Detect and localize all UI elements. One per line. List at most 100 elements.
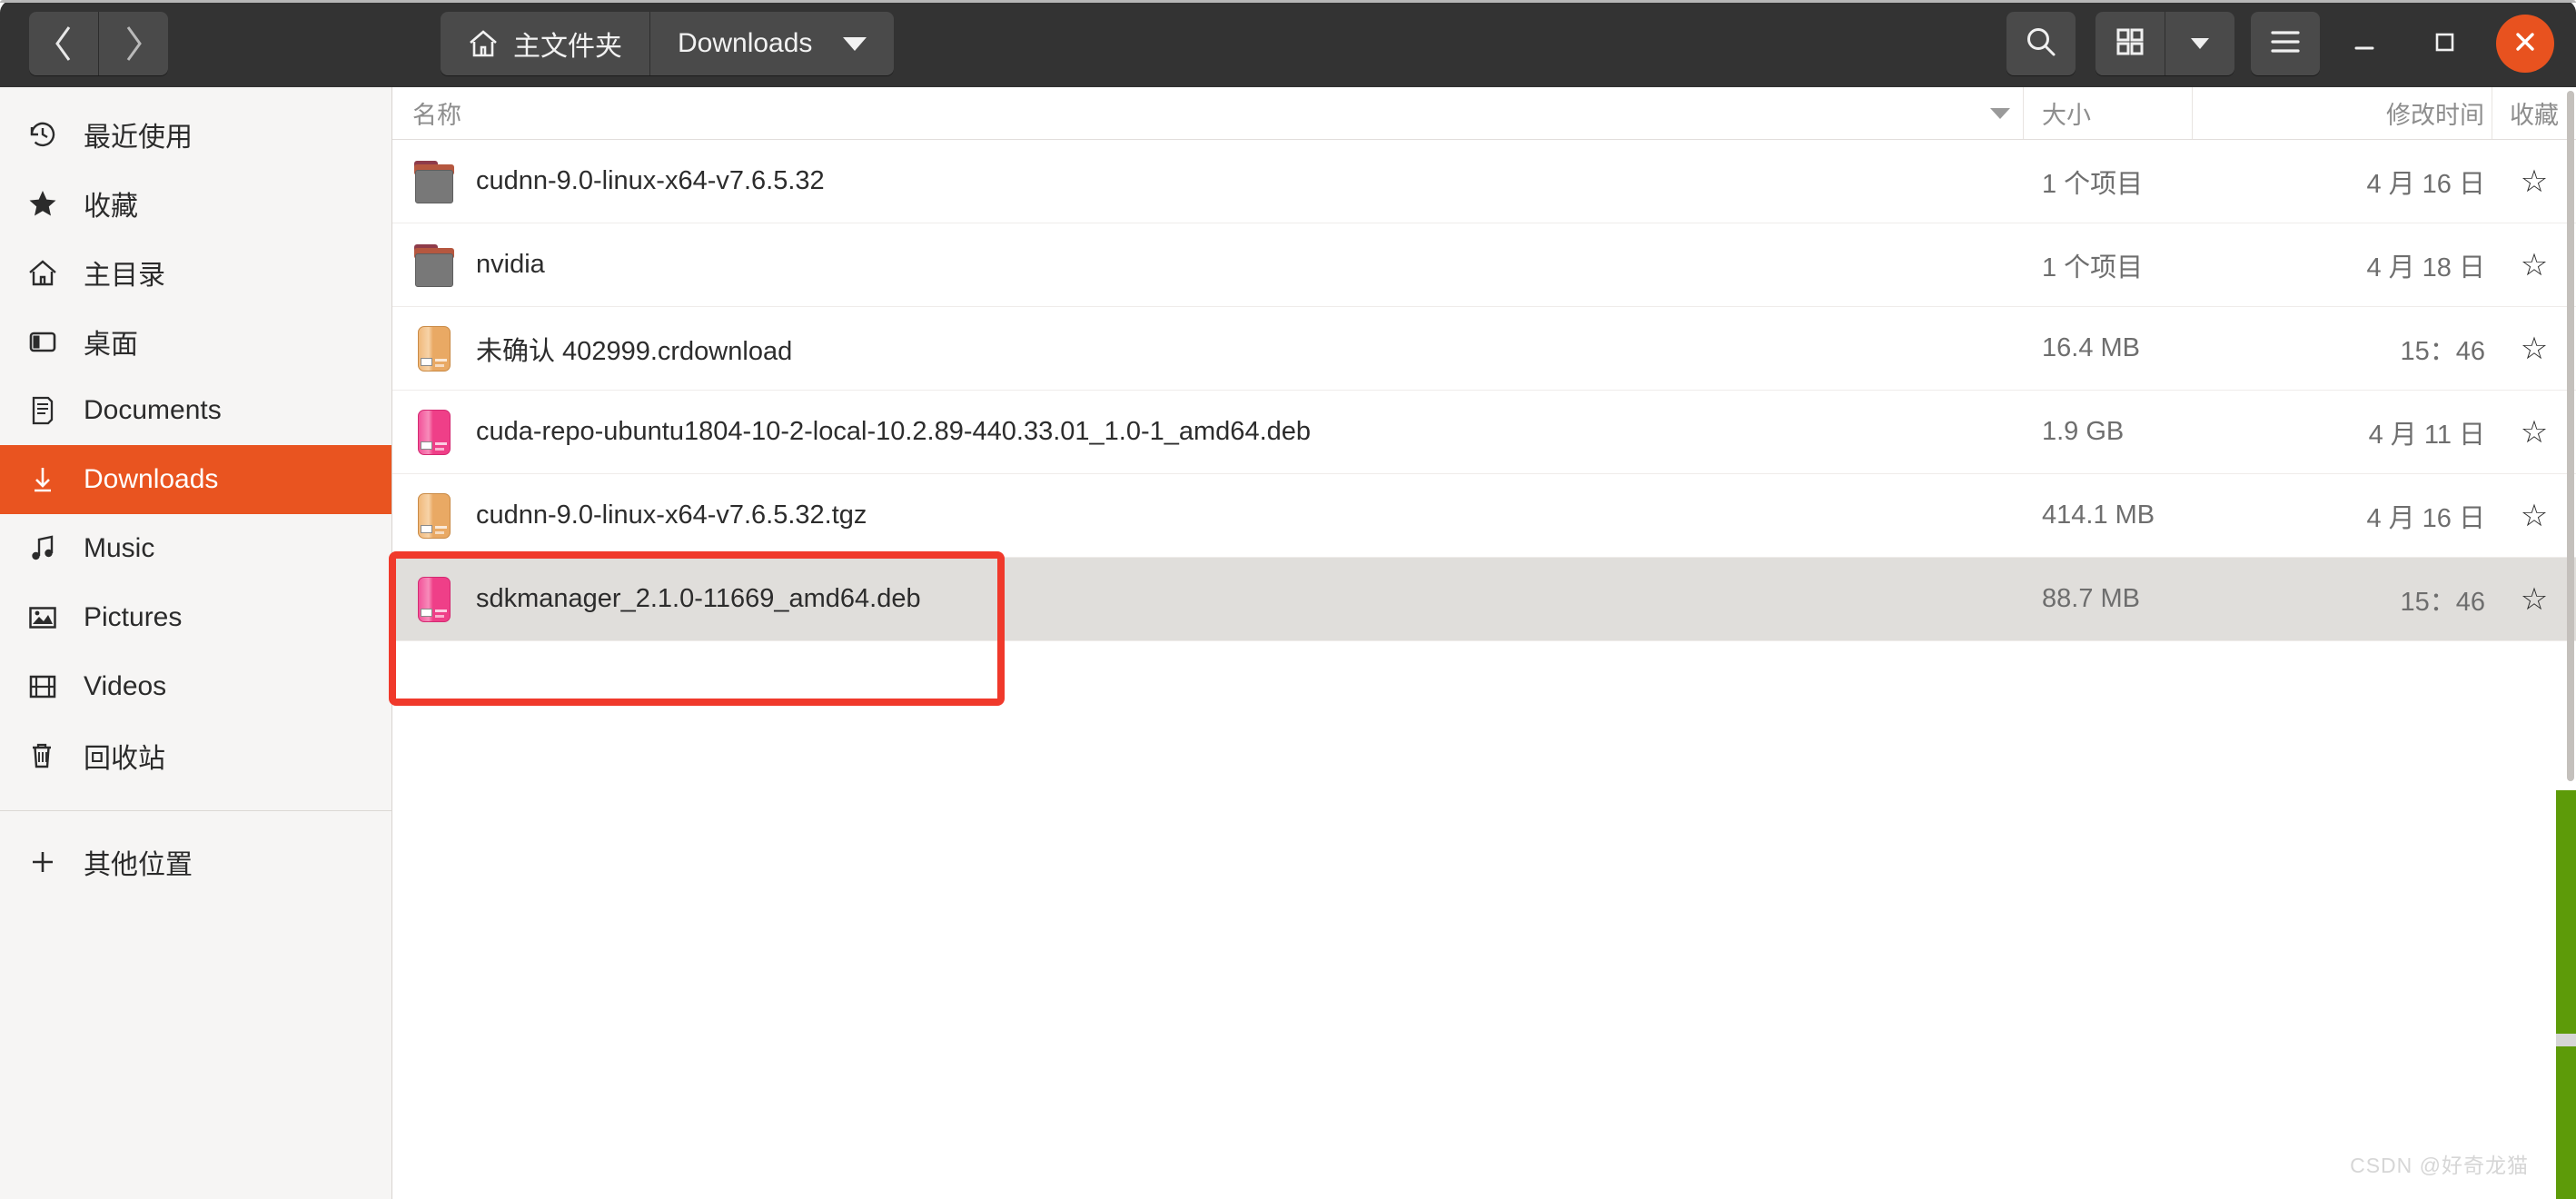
sidebar-item-music[interactable]: Music	[0, 514, 391, 583]
file-size-cell: 88.7 MB	[2042, 584, 2140, 613]
watermark-text: CSDN @好奇龙猫	[2350, 1154, 2529, 1177]
star-outline-icon: ☆	[2520, 498, 2549, 533]
breadcrumb-item-home[interactable]: 主文件夹	[441, 12, 650, 75]
breadcrumb-label-current: Downloads	[678, 28, 813, 58]
hamburger-menu-icon	[2269, 28, 2302, 60]
breadcrumb-label-home: 主文件夹	[513, 32, 622, 62]
file-name-cell: cudnn-9.0-linux-x64-v7.6.5.32	[392, 140, 2024, 223]
film-icon	[25, 669, 60, 704]
table-row[interactable]: cudnn-9.0-linux-x64-v7.6.5.32 1 个项目 4 月 …	[392, 140, 2576, 223]
chevron-down-icon	[2186, 28, 2214, 60]
file-modified-cell: 4 月 16 日	[2366, 503, 2485, 533]
column-header-modified-label: 修改时间	[2386, 102, 2484, 129]
column-header-row: 名称 大小 修改时间 收藏	[392, 87, 2576, 140]
window-body: 最近使用 收藏 主目录 桌面 Documents Downloads Music…	[0, 87, 2576, 1199]
table-row[interactable]: cuda-repo-ubuntu1804-10-2-local-10.2.89-…	[392, 391, 2576, 474]
file-size-cell: 414.1 MB	[2042, 500, 2155, 530]
file-name-label: sdkmanager_2.1.0-11669_amd64.deb	[476, 584, 921, 613]
picture-icon	[25, 600, 60, 635]
breadcrumb: 主文件夹 Downloads	[441, 12, 895, 75]
file-name-cell: cudnn-9.0-linux-x64-v7.6.5.32.tgz	[392, 474, 2024, 557]
file-size-cell: 1 个项目	[2042, 253, 2144, 282]
column-header-favorite-label: 收藏	[2510, 102, 2559, 129]
file-size-cell: 16.4 MB	[2042, 333, 2140, 362]
home-icon	[468, 28, 499, 59]
file-name-cell: nvidia	[392, 223, 2024, 306]
music-note-icon	[25, 531, 60, 566]
back-button[interactable]	[29, 12, 99, 75]
file-name-label: cudnn-9.0-linux-x64-v7.6.5.32	[476, 166, 825, 195]
sidebar-label-recent: 最近使用	[84, 123, 193, 153]
table-row[interactable]: 未确认 402999.crdownload 16.4 MB 15：46 ☆	[392, 307, 2576, 391]
file-name-cell: sdkmanager_2.1.0-11669_amd64.deb	[392, 558, 2024, 640]
favorite-star-cell[interactable]: ☆	[2492, 558, 2576, 640]
sidebar-item-other-locations[interactable]: 其他位置	[0, 827, 391, 897]
file-name-label: cuda-repo-ubuntu1804-10-2-local-10.2.89-…	[476, 417, 1312, 446]
minimize-icon	[2349, 26, 2380, 62]
sidebar-label-desktop: 桌面	[84, 330, 138, 360]
view-dropdown-button[interactable]	[2165, 12, 2234, 75]
download-icon	[25, 462, 60, 497]
sidebar-label-pictures: Pictures	[84, 602, 183, 632]
sort-descending-icon	[1990, 107, 2010, 119]
file-modified-cell: 15：46	[2400, 336, 2485, 366]
sidebar-label-documents: Documents	[84, 395, 222, 425]
sidebar-label-downloads: Downloads	[84, 464, 219, 494]
sidebar-item-desktop[interactable]: 桌面	[0, 307, 391, 376]
file-list-pane: 名称 大小 修改时间 收藏 cudnn-9.0-linux-x64-v7.6.5…	[392, 87, 2576, 1199]
view-mode-group	[2095, 12, 2234, 75]
grid-view-button[interactable]	[2095, 12, 2165, 75]
desktop-edge-strip	[2556, 790, 2576, 1199]
sidebar-item-home[interactable]: 主目录	[0, 238, 391, 307]
sidebar-divider	[0, 810, 391, 811]
favorite-star-cell[interactable]: ☆	[2492, 223, 2576, 306]
maximize-icon	[2429, 26, 2460, 62]
file-modified-cell: 4 月 16 日	[2366, 169, 2485, 199]
breadcrumb-item-current[interactable]: Downloads	[650, 12, 895, 75]
folder-icon	[414, 242, 454, 289]
table-row[interactable]: nvidia 1 个项目 4 月 18 日 ☆	[392, 223, 2576, 307]
column-header-name[interactable]: 名称	[392, 87, 2024, 139]
clock-history-icon	[25, 117, 60, 152]
package-icon	[414, 409, 454, 456]
file-name-cell: cuda-repo-ubuntu1804-10-2-local-10.2.89-…	[392, 391, 2024, 473]
file-name-label: 未确认 402999.crdownload	[476, 336, 793, 366]
plus-icon	[25, 845, 60, 879]
minimize-button[interactable]	[2329, 8, 2400, 79]
scrollbar-thumb[interactable]	[2567, 91, 2574, 781]
sidebar-item-documents[interactable]: Documents	[0, 376, 391, 445]
table-row[interactable]: cudnn-9.0-linux-x64-v7.6.5.32.tgz 414.1 …	[392, 474, 2576, 558]
sidebar-item-recent[interactable]: 最近使用	[0, 100, 391, 169]
column-header-size[interactable]: 大小	[2024, 87, 2193, 139]
sidebar-label-videos: Videos	[84, 671, 167, 701]
document-icon	[25, 393, 60, 428]
trash-icon	[25, 738, 60, 773]
favorite-star-cell[interactable]: ☆	[2492, 391, 2576, 473]
favorite-star-cell[interactable]: ☆	[2492, 474, 2576, 557]
column-header-size-label: 大小	[2042, 102, 2091, 129]
column-header-modified[interactable]: 修改时间	[2193, 87, 2492, 139]
file-modified-cell: 4 月 18 日	[2366, 253, 2485, 282]
sidebar-item-downloads[interactable]: Downloads	[0, 445, 391, 514]
sidebar-label-home: 主目录	[84, 261, 165, 291]
column-header-favorite[interactable]: 收藏	[2492, 87, 2576, 139]
favorite-star-cell[interactable]: ☆	[2492, 307, 2576, 390]
sidebar-label-other-locations: 其他位置	[84, 850, 193, 880]
sidebar-item-starred[interactable]: 收藏	[0, 169, 391, 238]
table-row[interactable]: sdkmanager_2.1.0-11669_amd64.deb 88.7 MB…	[392, 558, 2576, 641]
sidebar-label-starred: 收藏	[84, 192, 138, 222]
grid-view-icon	[2115, 26, 2145, 62]
forward-button[interactable]	[99, 12, 168, 75]
maximize-button[interactable]	[2409, 8, 2480, 79]
file-manager-window: 主文件夹 Downloads 最近使用 收藏 主目录 桌面 Documents …	[0, 0, 2576, 1199]
sidebar-item-pictures[interactable]: Pictures	[0, 583, 391, 652]
close-icon	[2510, 26, 2541, 62]
sidebar-item-videos[interactable]: Videos	[0, 652, 391, 721]
favorite-star-cell[interactable]: ☆	[2492, 140, 2576, 223]
edge-strip-notch	[2556, 1034, 2576, 1046]
main-menu-button[interactable]	[2251, 12, 2320, 75]
star-outline-icon: ☆	[2520, 247, 2549, 282]
sidebar-item-trash[interactable]: 回收站	[0, 721, 391, 790]
close-button[interactable]	[2496, 15, 2554, 73]
search-button[interactable]	[2006, 12, 2076, 75]
